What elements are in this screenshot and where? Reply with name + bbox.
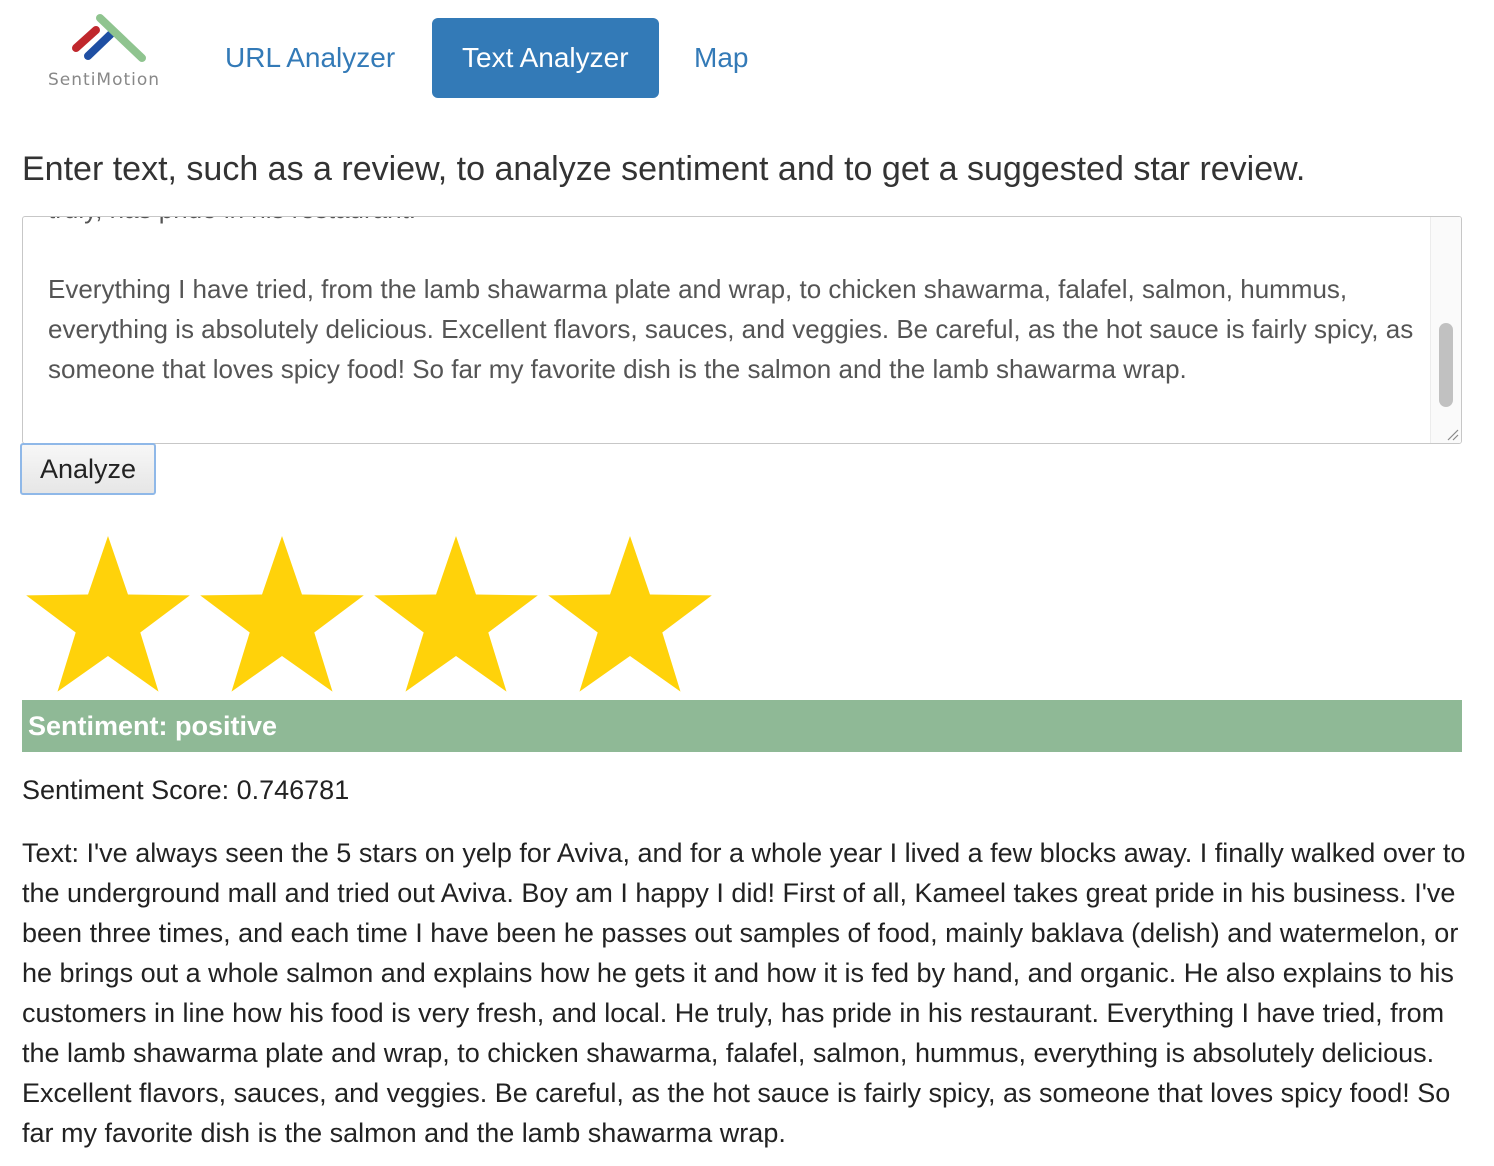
- review-textarea[interactable]: truly, has pride in his restaurant. Ever…: [22, 216, 1462, 444]
- nav-url-analyzer[interactable]: URL Analyzer: [195, 18, 425, 98]
- logo-mark-icon: [72, 14, 146, 62]
- star-icon: [374, 536, 538, 692]
- star-icon: [26, 536, 190, 692]
- sentiment-score: Sentiment Score: 0.746781: [22, 775, 350, 805]
- brand-logo[interactable]: SentiMotion: [48, 8, 178, 98]
- scroll-thumb[interactable]: [1439, 323, 1453, 407]
- page-instructions: Enter text, such as a review, to analyze…: [22, 150, 1306, 188]
- star-icon: [200, 536, 364, 692]
- sentiment-badge: Sentiment: positive: [22, 700, 1462, 752]
- nav-map[interactable]: Map: [664, 18, 778, 98]
- textarea-scrollbar[interactable]: [1430, 217, 1461, 443]
- textarea-value[interactable]: truly, has pride in his restaurant. Ever…: [48, 217, 1418, 389]
- nav-text-analyzer[interactable]: Text Analyzer: [432, 18, 659, 98]
- resize-handle-icon[interactable]: [1445, 427, 1459, 441]
- analyze-button[interactable]: Analyze: [20, 443, 156, 495]
- navbar: SentiMotion URL Analyzer Text Analyzer M…: [0, 0, 1494, 110]
- brand-name: SentiMotion: [48, 70, 161, 90]
- star-icon: [548, 536, 712, 692]
- analyzed-text: Text: I've always seen the 5 stars on ye…: [22, 838, 1466, 1148]
